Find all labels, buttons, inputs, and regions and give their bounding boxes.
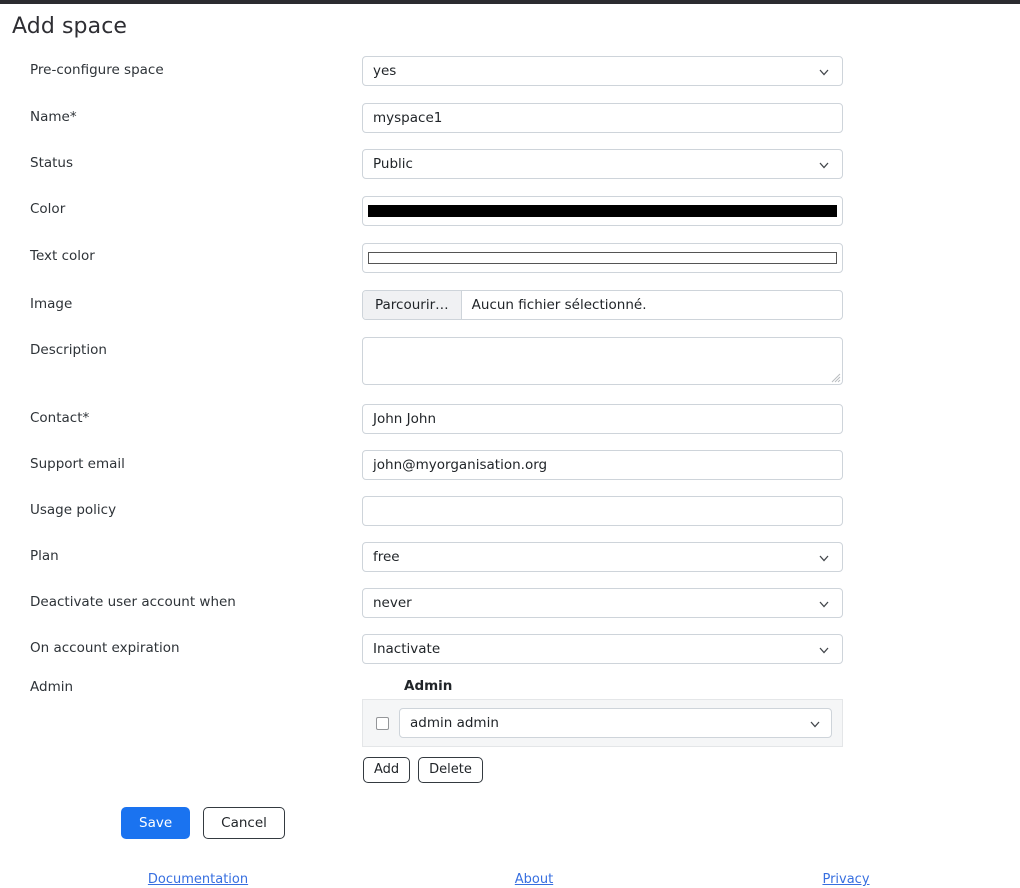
- footer-link-privacy[interactable]: Privacy: [822, 872, 869, 887]
- admin-actions: Add Delete: [362, 757, 843, 783]
- image-file-input[interactable]: Parcourir… Aucun fichier sélectionné.: [362, 290, 843, 320]
- label-admin: Admin: [30, 679, 74, 695]
- contact-value: John John: [373, 411, 436, 427]
- file-status-text: Aucun fichier sélectionné.: [471, 297, 647, 313]
- label-deactivate-when: Deactivate user account when: [30, 594, 236, 610]
- label-name: Name*: [30, 109, 77, 125]
- label-text-color: Text color: [30, 248, 95, 264]
- browse-button[interactable]: Parcourir…: [363, 291, 462, 319]
- status-select[interactable]: Public: [362, 149, 843, 179]
- form-row-plan: Plan free: [0, 539, 1020, 572]
- add-space-page: Add space Pre-configure space yes Name* …: [0, 4, 1020, 887]
- preconfigure-select[interactable]: yes: [362, 56, 843, 86]
- form-row-status: Status Public: [0, 146, 1020, 179]
- label-status: Status: [30, 155, 74, 171]
- form-row-image: Image Parcourir… Aucun fichier sélection…: [0, 287, 1020, 320]
- form-row-color: Color: [0, 193, 1020, 226]
- admin-row-checkbox[interactable]: [376, 716, 389, 730]
- form-row-on-expiration: On account expiration Inactivate: [0, 631, 1020, 664]
- form-row-preconfigure: Pre-configure space yes: [0, 53, 1020, 86]
- form-row-admin: Admin Admin admin admin Add Delete: [0, 678, 1020, 783]
- color-swatch: [368, 205, 837, 217]
- footer: Documentation About Privacy: [0, 872, 1020, 887]
- label-image: Image: [30, 296, 73, 312]
- admin-add-button[interactable]: Add: [363, 757, 411, 783]
- preconfigure-value: yes: [373, 63, 397, 79]
- name-value: myspace1: [373, 110, 443, 126]
- form-row-text-color: Text color: [0, 240, 1020, 273]
- label-description: Description: [30, 342, 107, 358]
- form-row-support-email: Support email john@myorganisation.org: [0, 447, 1020, 480]
- text-color-swatch: [368, 252, 837, 264]
- add-space-form: Pre-configure space yes Name* myspace1 S…: [0, 53, 1020, 839]
- label-plan: Plan: [30, 548, 59, 564]
- page-title: Add space: [12, 14, 128, 39]
- label-usage-policy: Usage policy: [30, 502, 117, 518]
- deactivate-when-select[interactable]: never: [362, 588, 843, 618]
- cancel-button[interactable]: Cancel: [203, 806, 285, 839]
- admin-table-row: admin admin: [362, 699, 843, 747]
- chevron-down-icon: [818, 598, 830, 610]
- on-expiration-value: Inactivate: [373, 641, 441, 657]
- form-row-contact: Contact* John John: [0, 401, 1020, 434]
- form-row-name: Name* myspace1: [0, 100, 1020, 133]
- chevron-down-icon: [818, 66, 830, 78]
- name-input[interactable]: myspace1: [362, 103, 843, 133]
- admin-user-select[interactable]: admin admin: [399, 708, 832, 738]
- form-actions: Save Cancel: [0, 806, 1020, 839]
- status-value: Public: [373, 156, 413, 172]
- footer-link-documentation[interactable]: Documentation: [148, 872, 248, 887]
- chevron-down-icon: [818, 159, 830, 171]
- form-row-usage-policy: Usage policy: [0, 493, 1020, 526]
- usage-policy-input[interactable]: [362, 496, 843, 526]
- admin-delete-button[interactable]: Delete: [418, 757, 483, 783]
- admin-column-header: Admin: [404, 678, 453, 694]
- admin-user-value: admin admin: [410, 715, 499, 731]
- text-color-picker[interactable]: [362, 243, 843, 273]
- label-on-expiration: On account expiration: [30, 640, 180, 656]
- contact-input[interactable]: John John: [362, 404, 843, 434]
- support-email-value: john@myorganisation.org: [373, 457, 548, 473]
- resize-grip-icon[interactable]: [829, 371, 841, 383]
- chevron-down-icon: [809, 718, 821, 730]
- support-email-input[interactable]: john@myorganisation.org: [362, 450, 843, 480]
- save-button[interactable]: Save: [121, 806, 191, 839]
- plan-value: free: [373, 549, 400, 565]
- form-row-deactivate-when: Deactivate user account when never: [0, 585, 1020, 618]
- deactivate-when-value: never: [373, 595, 412, 611]
- chevron-down-icon: [818, 644, 830, 656]
- label-contact: Contact*: [30, 410, 90, 426]
- form-row-description: Description: [0, 334, 1020, 385]
- label-preconfigure: Pre-configure space: [30, 62, 164, 78]
- on-expiration-select[interactable]: Inactivate: [362, 634, 843, 664]
- color-picker[interactable]: [362, 196, 843, 226]
- chevron-down-icon: [818, 552, 830, 564]
- plan-select[interactable]: free: [362, 542, 843, 572]
- label-color: Color: [30, 201, 66, 217]
- label-support-email: Support email: [30, 456, 125, 472]
- footer-link-about[interactable]: About: [515, 872, 553, 887]
- description-textarea[interactable]: [362, 337, 843, 385]
